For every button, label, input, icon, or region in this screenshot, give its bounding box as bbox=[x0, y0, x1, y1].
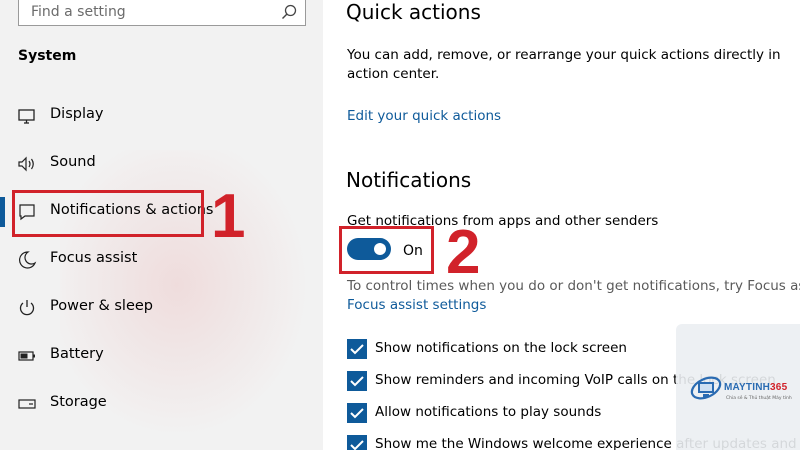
watermark: MAYTINH365 Chia sẻ & Thủ thuật Máy tính bbox=[676, 324, 800, 450]
quick-actions-heading: Quick actions bbox=[346, 0, 481, 24]
battery-icon bbox=[18, 351, 35, 361]
sidebar-item-label: Sound bbox=[50, 154, 96, 170]
checkmark-icon bbox=[350, 408, 364, 419]
edit-quick-actions-link[interactable]: Edit your quick actions bbox=[347, 108, 501, 124]
maytinh365-logo-icon bbox=[690, 376, 722, 400]
annotation-highlight-box bbox=[339, 226, 434, 274]
moon-icon bbox=[19, 251, 37, 269]
sidebar-item-label: Power & sleep bbox=[50, 298, 153, 314]
search-input[interactable] bbox=[19, 0, 293, 25]
storage-icon bbox=[18, 399, 36, 409]
checkbox[interactable] bbox=[347, 403, 367, 423]
settings-window: System Display Sound Notifica bbox=[0, 0, 800, 450]
checkbox-label: Allow notifications to play sounds bbox=[375, 404, 602, 420]
power-icon bbox=[19, 300, 35, 316]
notifications-heading: Notifications bbox=[346, 168, 472, 192]
section-title: System bbox=[18, 48, 77, 64]
checkmark-icon bbox=[350, 440, 364, 450]
sidebar-item-label: Storage bbox=[50, 394, 107, 410]
checkbox[interactable] bbox=[347, 435, 367, 450]
focus-assist-settings-link[interactable]: Focus assist settings bbox=[347, 297, 486, 313]
watermark-tagline: Chia sẻ & Thủ thuật Máy tính bbox=[726, 396, 792, 401]
sidebar-item-label: Focus assist bbox=[50, 250, 138, 266]
speaker-icon bbox=[18, 156, 34, 172]
search-box[interactable] bbox=[18, 0, 306, 26]
quick-actions-description: You can add, remove, or rearrange your q… bbox=[347, 47, 781, 82]
sidebar-item-power-sleep[interactable]: Power & sleep bbox=[0, 284, 323, 332]
monitor-icon bbox=[18, 109, 35, 124]
sidebar-item-sound[interactable]: Sound bbox=[0, 140, 323, 188]
checkbox[interactable] bbox=[347, 371, 367, 391]
checkmark-icon bbox=[350, 344, 364, 355]
checkbox[interactable] bbox=[347, 339, 367, 359]
sidebar-item-focus-assist[interactable]: Focus assist bbox=[0, 236, 323, 284]
watermark-brand: MAYTINH365 bbox=[724, 382, 788, 393]
checkbox-label: Show notifications on the lock screen bbox=[375, 340, 627, 356]
sidebar-item-display[interactable]: Display bbox=[0, 92, 323, 140]
sidebar-item-battery[interactable]: Battery bbox=[0, 332, 323, 380]
search-icon[interactable] bbox=[281, 4, 297, 20]
focus-assist-hint: To control times when you do or don't ge… bbox=[347, 278, 800, 294]
annotation-step-1: 1 bbox=[211, 182, 246, 251]
checkmark-icon bbox=[350, 376, 364, 387]
sidebar-item-storage[interactable]: Storage bbox=[0, 380, 323, 428]
annotation-highlight-box bbox=[12, 190, 204, 237]
sidebar-item-label: Battery bbox=[50, 346, 104, 362]
annotation-step-2: 2 bbox=[446, 218, 481, 287]
sidebar-item-label: Display bbox=[50, 106, 104, 122]
